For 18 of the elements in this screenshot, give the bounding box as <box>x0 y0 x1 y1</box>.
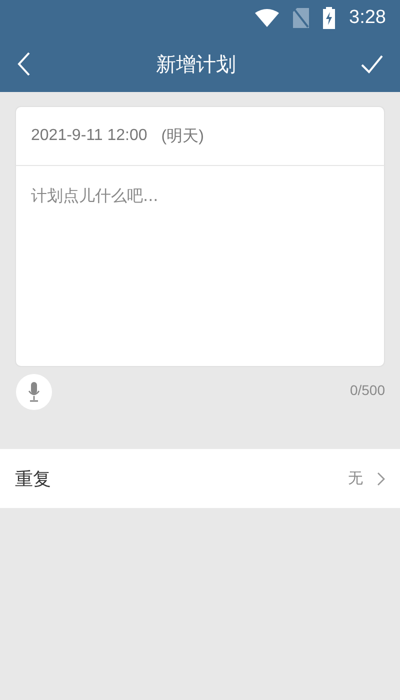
status-time: 3:28 <box>349 7 386 29</box>
checkmark-icon <box>360 54 384 74</box>
character-counter: 0/500 <box>350 382 385 398</box>
plan-input-field[interactable]: 计划点儿什么吧... <box>15 166 385 367</box>
date-row[interactable]: 2021-9-11 12:00 (明天) <box>15 106 385 166</box>
chevron-left-icon <box>16 51 32 77</box>
microphone-button[interactable] <box>16 374 52 410</box>
battery-charging-icon <box>323 7 336 29</box>
repeat-value: 无 <box>348 469 363 488</box>
day-hint: (明天) <box>161 126 204 146</box>
chevron-right-icon <box>377 472 385 486</box>
plan-date: 2021-9-11 12:00 <box>31 127 148 145</box>
microphone-icon <box>28 382 40 402</box>
page-title: 新增计划 <box>156 50 236 78</box>
repeat-row[interactable]: 重复 无 <box>0 449 400 508</box>
wifi-icon <box>255 9 280 27</box>
no-sim-icon <box>293 8 310 28</box>
repeat-label: 重复 <box>15 468 51 490</box>
